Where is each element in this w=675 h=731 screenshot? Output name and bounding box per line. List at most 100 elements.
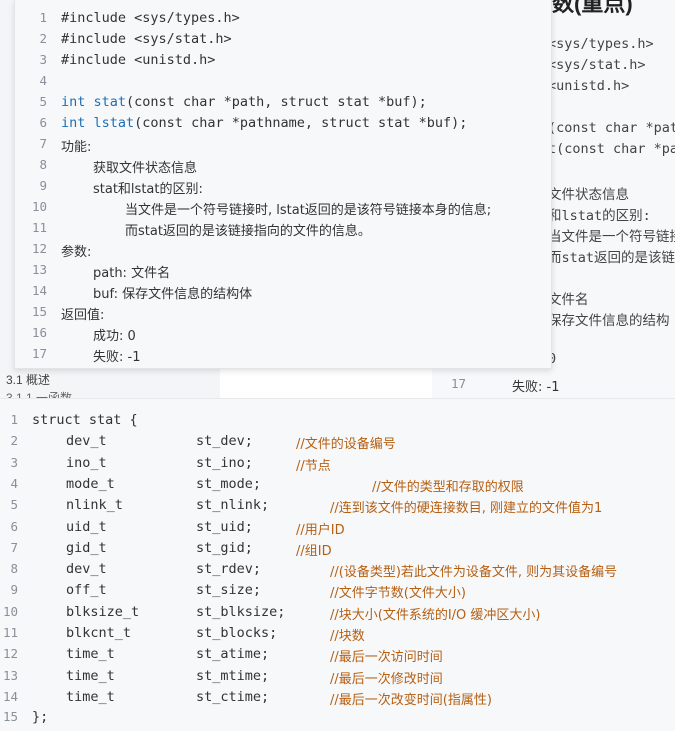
code-text: #include <sys/types.h> [61, 10, 240, 26]
field-type: nlink_t [66, 497, 123, 514]
line-number: 8 [10, 561, 18, 577]
sidebar-edge [0, 0, 14, 398]
line-number: 2 [10, 433, 18, 449]
field-name: st_blocks; [196, 625, 278, 641]
field-comment: //文件字节数(文件大小) [330, 586, 466, 602]
toc-item-overview[interactable]: 3.1 概述 [6, 371, 50, 388]
field-type: time_t [66, 667, 115, 684]
table-of-contents: 3.1 概述 3.1.1 一函数 [0, 367, 220, 405]
struct-open: struct stat { [32, 412, 138, 428]
background-code-line: (const char *pat [548, 120, 675, 136]
code-text: 功能: [61, 140, 92, 155]
field-type: ino_t [66, 454, 107, 471]
field-name: st_rdev; [196, 561, 262, 578]
line-number: 14 [31, 283, 47, 298]
code-text: path: 文件名 [93, 266, 171, 281]
field-name: st_dev; [196, 433, 253, 450]
field-comment: //块大小(文件系统的I/O 缓冲区大小) [330, 607, 541, 623]
line-number: 5 [10, 497, 18, 513]
field-type: time_t [66, 646, 115, 663]
field-type: gid_t [66, 539, 107, 556]
field-name: st_mtime; [196, 667, 270, 684]
line-number: 7 [10, 539, 18, 555]
line-number: 13 [31, 262, 47, 277]
line-number: 11 [31, 220, 47, 235]
code-text: #include <unistd.h> [61, 52, 216, 68]
line-number: 7 [39, 136, 47, 151]
struct-close: }; [32, 709, 49, 725]
code-text: 失败: -1 [93, 350, 141, 365]
line-number: 12 [31, 241, 47, 256]
background-code-line: 当文件是一个符号链接 [548, 229, 675, 245]
field-comment: //文件的设备编号 [296, 437, 396, 453]
field-name: st_blksize; [196, 603, 286, 620]
line-number: 11 [2, 625, 18, 640]
line-number: 16 [31, 325, 47, 340]
field-comment: //(设备类型)若此文件为设备文件, 则为其设备编号 [330, 565, 618, 581]
function-params: (const char *path, struct stat *buf); [126, 94, 427, 110]
background-code-line: 文件状态信息 [548, 187, 629, 203]
field-comment: //节点 [296, 458, 331, 474]
field-comment: //最后一次改变时间(指属性) [330, 692, 492, 708]
background-code-line: 文件名 [548, 292, 589, 308]
field-name: st_ino; [196, 454, 253, 471]
line-number: 12 [2, 646, 18, 662]
line-number: 1 [10, 412, 18, 427]
background-code-line: 保存文件信息的结构 [548, 313, 670, 329]
code-text: 当文件是一个符号链接时, lstat返回的是该符号链接本身的信息; [125, 203, 492, 218]
line-number: 13 [2, 667, 18, 683]
field-type: mode_t [66, 475, 115, 492]
field-name: st_ctime; [196, 688, 270, 705]
field-comment: //连到该文件的硬连接数目, 刚建立的文件值为1 [330, 501, 603, 517]
field-type: uid_t [66, 518, 107, 535]
field-comment: //文件的类型和存取的权限 [372, 479, 524, 495]
line-number: 3 [39, 52, 47, 67]
line-number: 2 [39, 31, 47, 46]
field-comment: //最后一次访问时间 [330, 650, 443, 666]
field-type: blksize_t [66, 603, 140, 620]
background-code-line: t(const char *pa [548, 141, 675, 157]
content-gap [220, 367, 432, 398]
background-code-line: 和lstat的区别: [548, 208, 651, 224]
line-number: 8 [39, 157, 47, 172]
line-number: 10 [2, 603, 18, 619]
line-number: 1 [39, 10, 47, 25]
line-number: 4 [10, 475, 18, 491]
function-name: lstat [93, 115, 135, 131]
code-text: 返回值: [61, 308, 105, 323]
line-number: 10 [31, 199, 47, 214]
line-number: 9 [39, 178, 47, 193]
function-signature: int stat(const char *path, struct stat *… [61, 94, 427, 110]
code-text: stat和lstat的区别: [93, 182, 203, 197]
code-text: 而stat返回的是该链接指向的文件的信息。 [125, 224, 371, 239]
code-popup-window: 1 #include <sys/types.h> 2 #include <sys/st… [14, 0, 552, 369]
function-params: (const char *pathname, struct stat *buf)… [134, 115, 468, 131]
line-number: 6 [39, 115, 47, 130]
field-type: dev_t [66, 561, 107, 578]
background-section-title: 数(重点) [552, 0, 633, 16]
function-name: stat [93, 94, 127, 110]
code-text: #include <sys/stat.h> [61, 31, 232, 47]
field-name: st_nlink; [196, 497, 270, 514]
background-code-line: <sys/types.h> [548, 36, 654, 52]
function-signature: int lstat(const char *pathname, struct s… [61, 115, 467, 131]
field-name: st_mode; [196, 475, 262, 492]
field-name: st_uid; [196, 518, 253, 535]
code-text: 成功: 0 [93, 329, 136, 344]
code-text: 参数: [61, 245, 92, 260]
field-type: dev_t [66, 433, 107, 450]
field-comment: //用户ID [296, 522, 345, 538]
field-name: st_gid; [196, 539, 253, 556]
field-name: st_size; [196, 582, 262, 599]
field-name: st_atime; [196, 646, 270, 663]
line-number: 4 [39, 73, 47, 88]
return-type: int [61, 94, 86, 110]
line-number: 5 [39, 94, 47, 109]
line-number: 3 [10, 454, 18, 470]
field-comment: //组ID [296, 543, 332, 559]
background-code-line: 失败: -1 [512, 380, 560, 395]
field-type: off_t [66, 582, 107, 599]
code-text: 获取文件状态信息 [93, 161, 198, 176]
background-line-number: 17 [450, 376, 466, 391]
field-comment: //块数 [330, 629, 365, 644]
